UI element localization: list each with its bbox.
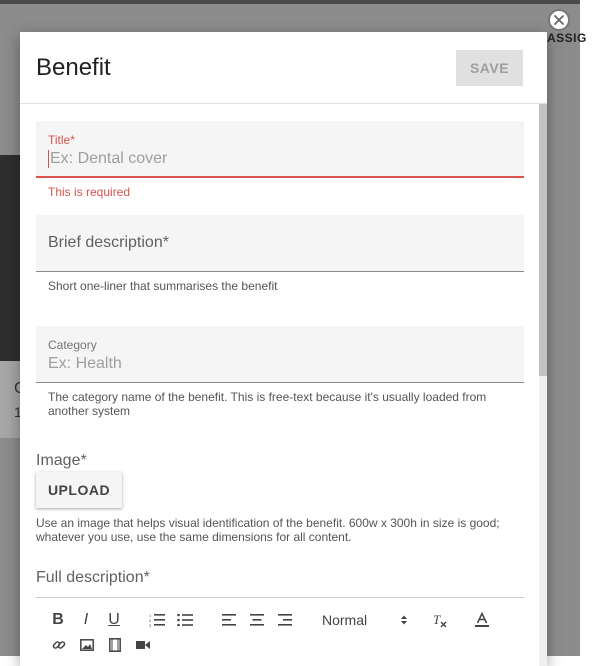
svg-text:3: 3 [149, 623, 152, 627]
up-down-arrows-icon [401, 615, 407, 625]
brief-description-field[interactable]: Brief description* [36, 215, 524, 272]
title-field-label: Title* [48, 133, 75, 147]
clear-format-icon: T [433, 612, 447, 628]
background-assign-label: ASSIG [547, 31, 587, 45]
bullet-list-button[interactable] [176, 611, 194, 629]
title-input[interactable] [48, 148, 508, 170]
image-button[interactable] [78, 636, 96, 654]
link-button[interactable] [50, 636, 68, 654]
align-left-icon [222, 614, 236, 626]
font-color-icon [475, 612, 489, 627]
font-color-button[interactable] [472, 610, 492, 630]
bold-icon: B [52, 611, 64, 628]
image-label: Image* [36, 452, 87, 469]
align-center-button[interactable] [248, 611, 266, 629]
category-label: Category [48, 338, 97, 352]
clear-format-button[interactable]: T [430, 610, 450, 630]
category-field[interactable]: Category [36, 326, 524, 383]
align-left-button[interactable] [220, 611, 238, 629]
heading-format-value: Normal [322, 612, 368, 628]
brief-description-input[interactable] [48, 235, 508, 257]
underline-button[interactable]: U [106, 610, 122, 630]
ordered-list-button[interactable]: 1 2 3 [148, 611, 166, 629]
upload-button[interactable]: UPLOAD [36, 472, 122, 508]
title-error-message: This is required [48, 185, 131, 199]
dialog-header: Benefit SAVE [20, 32, 547, 104]
app-top-bar [0, 0, 580, 4]
close-icon [554, 15, 564, 25]
close-button[interactable] [548, 9, 570, 31]
title-field[interactable]: Title* [36, 121, 524, 178]
rich-text-toolbar: B I U 1 2 3 Normal T [36, 597, 524, 666]
bold-button[interactable]: B [50, 610, 66, 630]
save-button[interactable]: SAVE [456, 50, 523, 86]
bullet-list-icon [177, 613, 193, 627]
heading-format-select[interactable]: Normal [318, 610, 408, 630]
italic-button[interactable]: I [78, 610, 94, 630]
category-input[interactable] [48, 353, 508, 375]
ordered-list-icon: 1 2 3 [149, 613, 165, 627]
background-card-body [0, 361, 22, 438]
align-right-button[interactable] [276, 611, 294, 629]
brief-description-help: Short one-liner that summarises the bene… [48, 279, 278, 293]
camera-icon [136, 641, 150, 649]
underline-icon: U [108, 611, 120, 628]
video-button[interactable] [106, 636, 124, 654]
image-help: Use an image that helps visual identific… [36, 516, 500, 544]
italic-icon: I [83, 611, 89, 628]
benefit-dialog: Benefit SAVE Title* This is required Bri… [20, 32, 547, 666]
dialog-title: Benefit [36, 54, 111, 81]
align-center-icon [250, 614, 264, 626]
category-help: The category name of the benefit. This i… [48, 390, 487, 418]
svg-text:T: T [433, 612, 441, 627]
scrollbar-thumb[interactable] [539, 104, 547, 376]
align-right-icon [278, 614, 292, 626]
video-icon [109, 638, 121, 652]
link-icon [52, 641, 66, 649]
image-icon [80, 639, 94, 651]
camera-button[interactable] [134, 636, 152, 654]
background-card-image [0, 155, 22, 361]
full-description-label: Full description* [36, 569, 150, 586]
